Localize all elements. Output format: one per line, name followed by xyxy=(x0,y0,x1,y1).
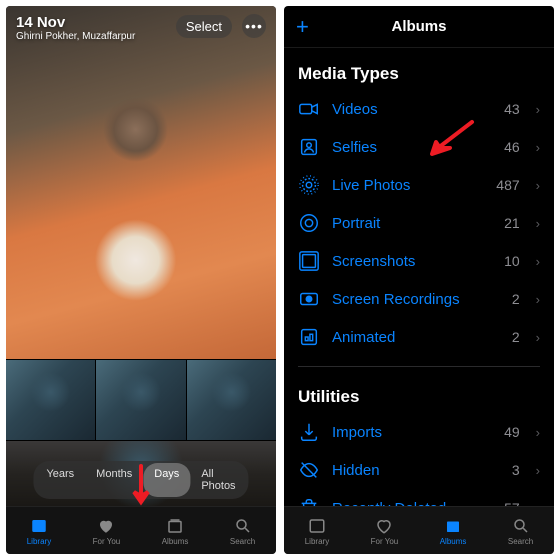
chevron-right-icon: › xyxy=(536,216,540,231)
screenrec-icon xyxy=(298,288,320,310)
divider xyxy=(298,366,540,367)
tab-bar: Library For You Albums Search xyxy=(6,506,276,554)
tab-library[interactable]: Library xyxy=(305,517,329,546)
live-icon xyxy=(298,174,320,196)
list-count: 487 xyxy=(496,177,519,193)
hidden-icon xyxy=(298,459,320,481)
tab-library[interactable]: Library xyxy=(27,517,51,546)
segment-months[interactable]: Months xyxy=(85,463,143,497)
list-label: Animated xyxy=(332,329,500,346)
tab-albums[interactable]: Albums xyxy=(162,517,189,546)
photo-thumb[interactable] xyxy=(96,360,185,440)
list-item[interactable]: Live Photos 487 › xyxy=(284,166,554,204)
add-button[interactable]: + xyxy=(296,14,309,40)
list-count: 21 xyxy=(504,215,520,231)
list-count: 49 xyxy=(504,424,520,440)
list-item[interactable]: Portrait 21 › xyxy=(284,204,554,242)
section-header-media: Media Types xyxy=(284,54,554,90)
photo-thumb[interactable] xyxy=(6,360,95,440)
tab-search[interactable]: Search xyxy=(508,517,533,546)
list-label: Selfies xyxy=(332,139,492,156)
photo-grid xyxy=(6,6,276,506)
chevron-right-icon: › xyxy=(536,425,540,440)
segment-days[interactable]: Days xyxy=(143,463,190,497)
chevron-right-icon: › xyxy=(536,140,540,155)
nav-bar: + Albums xyxy=(284,6,554,48)
list-count: 2 xyxy=(512,329,520,345)
chevron-right-icon: › xyxy=(536,292,540,307)
list-item[interactable]: Screen Recordings 2 › xyxy=(284,280,554,318)
trash-icon xyxy=(298,497,320,506)
date-label: 14 Nov xyxy=(16,14,135,31)
section-header-utilities: Utilities xyxy=(284,377,554,413)
selfie-icon xyxy=(298,136,320,158)
tab-albums[interactable]: Albums xyxy=(440,517,467,546)
chevron-right-icon: › xyxy=(536,463,540,478)
list-count: 46 xyxy=(504,139,520,155)
list-label: Live Photos xyxy=(332,177,484,194)
list-label: Hidden xyxy=(332,462,500,479)
more-icon[interactable]: ••• xyxy=(242,14,266,38)
list-label: Screenshots xyxy=(332,253,492,270)
video-icon xyxy=(298,98,320,120)
chevron-right-icon: › xyxy=(536,330,540,345)
segment-allphotos[interactable]: All Photos xyxy=(190,463,246,497)
time-segment-control[interactable]: Years Months Days All Photos xyxy=(33,461,248,499)
photos-library-screen: 14 Nov Ghirni Pokher, Muzaffarpur Select… xyxy=(6,6,276,554)
tab-foryou[interactable]: For You xyxy=(93,517,121,546)
list-item[interactable]: Screenshots 10 › xyxy=(284,242,554,280)
date-header: 14 Nov Ghirni Pokher, Muzaffarpur xyxy=(16,14,135,42)
list-item[interactable]: Hidden 3 › xyxy=(284,451,554,489)
list-label: Imports xyxy=(332,424,492,441)
tab-foryou[interactable]: For You xyxy=(371,517,399,546)
import-icon xyxy=(298,421,320,443)
list-item[interactable]: Videos 43 › xyxy=(284,90,554,128)
list-count: 3 xyxy=(512,462,520,478)
albums-list: Media Types Videos 43 › Selfies 46 › Liv… xyxy=(284,48,554,506)
list-label: Screen Recordings xyxy=(332,291,500,308)
screenshot-icon xyxy=(298,250,320,272)
portrait-icon xyxy=(298,212,320,234)
chevron-right-icon: › xyxy=(536,178,540,193)
select-button[interactable]: Select xyxy=(176,15,232,38)
list-count: 2 xyxy=(512,291,520,307)
list-item[interactable]: Imports 49 › xyxy=(284,413,554,451)
list-item[interactable]: Selfies 46 › xyxy=(284,128,554,166)
segment-years[interactable]: Years xyxy=(35,463,85,497)
list-count: 43 xyxy=(504,101,520,117)
albums-screen: + Albums Media Types Videos 43 › Selfies… xyxy=(284,6,554,554)
tab-search[interactable]: Search xyxy=(230,517,255,546)
chevron-right-icon: › xyxy=(536,254,540,269)
location-label: Ghirni Pokher, Muzaffarpur xyxy=(16,31,135,42)
tab-bar: Library For You Albums Search xyxy=(284,506,554,554)
list-item[interactable]: Animated 2 › xyxy=(284,318,554,356)
hero-photo[interactable] xyxy=(6,6,276,359)
list-label: Videos xyxy=(332,101,492,118)
photo-thumb[interactable] xyxy=(187,360,276,440)
list-item[interactable]: Recently Deleted 57 › xyxy=(284,489,554,506)
nav-title: Albums xyxy=(391,18,446,35)
list-count: 10 xyxy=(504,253,520,269)
list-label: Portrait xyxy=(332,215,492,232)
chevron-right-icon: › xyxy=(536,102,540,117)
animated-icon xyxy=(298,326,320,348)
